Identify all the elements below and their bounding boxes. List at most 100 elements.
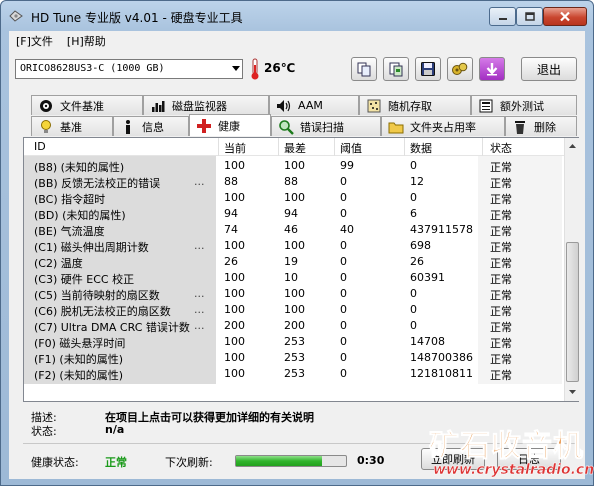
- toolbar: ORICO8628US3-C (1000 GB) 26℃ 退出: [9, 53, 585, 89]
- tab-strip: 文件基准 磁盘监视器 AAM 随机存取 额外测试 基准 信息 健康 错误扫描 文…: [31, 95, 577, 137]
- table-row[interactable]: (F0) 磁头悬浮时间 100 253 0 14708 正常: [24, 334, 564, 350]
- speaker-icon: [276, 98, 292, 114]
- tab-info[interactable]: 信息: [113, 116, 189, 136]
- cell-threshold: 0: [340, 255, 347, 268]
- tab-aam[interactable]: AAM: [269, 95, 359, 115]
- header-worst[interactable]: 最差: [284, 140, 306, 156]
- table-row[interactable]: (F1) (未知的属性) 100 253 0 148700386 正常: [24, 350, 564, 366]
- table-row[interactable]: (BB) 反馈无法校正的错误... 88 88 0 12 正常: [24, 174, 564, 190]
- cell-threshold: 0: [340, 271, 347, 284]
- header-id[interactable]: ID: [34, 140, 46, 153]
- attribute-name: (F1) (未知的属性): [34, 353, 123, 366]
- attribute-name: (F0) 磁头悬浮时间: [34, 337, 126, 350]
- drive-select[interactable]: ORICO8628US3-C (1000 GB): [15, 59, 243, 79]
- cell-status: 正常: [490, 321, 512, 334]
- copy-text-button[interactable]: [351, 57, 377, 81]
- cell-status: 正常: [490, 161, 512, 174]
- attribute-name: (BE) 气流温度: [34, 225, 105, 238]
- tab-error-scan[interactable]: 错误扫描: [271, 116, 381, 136]
- cell-current: 94: [224, 207, 238, 220]
- cell-status: 正常: [490, 257, 512, 270]
- tab-file-benchmark[interactable]: 文件基准: [31, 95, 143, 115]
- cell-data: 437911578: [410, 223, 473, 236]
- title-bar[interactable]: HD Tune 专业版 v4.01 - 硬盘专业工具: [1, 1, 593, 31]
- header-data[interactable]: 数据: [410, 140, 432, 156]
- grid-header: ID 当前 最差 阈值 数据 状态: [24, 138, 564, 156]
- table-row[interactable]: (F2) (未知的属性) 100 253 0 121810811 正常: [24, 366, 564, 382]
- header-status[interactable]: 状态: [490, 140, 512, 156]
- watermark: 矿石收音机 www.crystalradio.cn: [413, 421, 594, 485]
- tab-benchmark[interactable]: 基准: [31, 116, 113, 136]
- scroll-down-button[interactable]: [567, 385, 578, 399]
- scrollbar-thumb[interactable]: [566, 242, 579, 382]
- table-row[interactable]: (BE) 气流温度 74 46 40 437911578 正常: [24, 222, 564, 238]
- options-button[interactable]: [447, 57, 473, 81]
- cell-current: 100: [224, 335, 245, 348]
- column-divider[interactable]: [218, 138, 219, 156]
- cell-worst: 100: [284, 287, 305, 300]
- download-button[interactable]: [479, 57, 505, 81]
- status-value: n/a: [105, 423, 125, 436]
- cell-data: 0: [410, 303, 417, 316]
- header-threshold[interactable]: 阈值: [340, 140, 362, 156]
- save-button[interactable]: [415, 57, 441, 81]
- menu-bar: [F]文件 [H]帮助: [9, 31, 585, 51]
- tab-label: 文件夹占用率: [410, 120, 476, 134]
- exit-button[interactable]: 退出: [521, 57, 577, 81]
- menu-file[interactable]: [F]文件: [9, 31, 60, 51]
- minimize-icon: [498, 17, 507, 20]
- truncation-ellipsis: ...: [194, 287, 205, 300]
- maximize-icon: [524, 12, 535, 21]
- cell-data: 0: [410, 159, 417, 172]
- tab-extra-tests[interactable]: 额外测试: [471, 95, 577, 115]
- column-divider[interactable]: [404, 138, 405, 156]
- table-row[interactable]: (C5) 当前待映射的扇区数... 100 100 0 0 正常: [24, 286, 564, 302]
- column-divider[interactable]: [334, 138, 335, 156]
- cell-threshold: 0: [340, 303, 347, 316]
- table-row[interactable]: (C3) 硬件 ECC 校正 100 10 0 60391 正常: [24, 270, 564, 286]
- menu-help[interactable]: [H]帮助: [60, 31, 113, 51]
- table-row[interactable]: (BC) 指令超时 100 100 0 0 正常: [24, 190, 564, 206]
- truncation-ellipsis: ...: [194, 303, 205, 316]
- table-row[interactable]: (C2) 温度 26 19 0 26 正常: [24, 254, 564, 270]
- tab-label: 健康: [218, 119, 240, 133]
- copy-screenshot-button[interactable]: [383, 57, 409, 81]
- attribute-name: (F2) (未知的属性): [34, 369, 123, 382]
- cell-threshold: 0: [340, 335, 347, 348]
- table-row[interactable]: (BD) (未知的属性) 94 94 0 6 正常: [24, 206, 564, 222]
- maximize-button[interactable]: [516, 7, 543, 26]
- file-benchmark-icon: [38, 98, 54, 114]
- table-row[interactable]: (C6) 脱机无法校正的扇区数... 100 100 0 0 正常: [24, 302, 564, 318]
- tab-health[interactable]: 健康: [189, 114, 271, 136]
- minimize-button[interactable]: [489, 7, 516, 26]
- cell-threshold: 0: [340, 175, 347, 188]
- tab-label: 基准: [60, 120, 82, 134]
- window-title: HD Tune 专业版 v4.01 - 硬盘专业工具: [31, 11, 243, 25]
- table-row[interactable]: (B8) (未知的属性) 100 100 99 0 正常: [24, 158, 564, 174]
- attribute-name: (B8) (未知的属性): [34, 161, 125, 174]
- scroll-down-arrow-icon: [569, 390, 576, 394]
- cell-threshold: 0: [340, 287, 347, 300]
- erase-icon: [512, 119, 528, 135]
- watermark-logo-text: 矿石收音机: [429, 429, 584, 465]
- vertical-scrollbar[interactable]: [564, 138, 579, 401]
- health-status-value: 正常: [105, 456, 127, 469]
- cell-status: 正常: [490, 193, 512, 206]
- tab-disk-monitor[interactable]: 磁盘监视器: [143, 95, 269, 115]
- options-icon: [452, 62, 468, 75]
- table-row[interactable]: (C1) 磁头伸出周期计数... 100 100 0 698 正常: [24, 238, 564, 254]
- column-divider[interactable]: [278, 138, 279, 156]
- cell-worst: 200: [284, 319, 305, 332]
- column-divider[interactable]: [482, 138, 483, 156]
- header-current[interactable]: 当前: [224, 140, 246, 156]
- attribute-name: (C6) 脱机无法校正的扇区数: [34, 305, 171, 318]
- close-button[interactable]: [543, 7, 587, 26]
- attribute-name: (BB) 反馈无法校正的错误: [34, 177, 161, 190]
- scroll-up-button[interactable]: [567, 139, 578, 153]
- thermometer-icon: [251, 58, 259, 80]
- smart-attribute-list[interactable]: ID 当前 最差 阈值 数据 状态 (B8) (未知的属性) 100 100 99 0 正…: [23, 137, 579, 402]
- tab-erase[interactable]: 删除: [505, 116, 577, 136]
- tab-random-access[interactable]: 随机存取: [359, 95, 471, 115]
- table-row[interactable]: (C7) Ultra DMA CRC 错误计数... 200 200 0 0 正常: [24, 318, 564, 334]
- tab-folder-usage[interactable]: 文件夹占用率: [381, 116, 505, 136]
